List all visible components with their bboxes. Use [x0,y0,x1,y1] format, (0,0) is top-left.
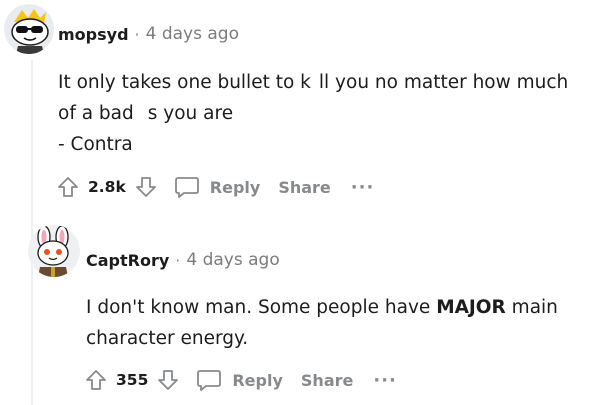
text-span: main [511,297,558,318]
comment-actions: 355 Reply Share ··· [84,368,397,392]
downvote-button[interactable] [134,175,158,199]
downvote-arrow-icon [158,370,179,390]
reply-button[interactable]: Reply [196,368,283,392]
separator-dot: · [175,250,181,270]
more-options-button[interactable]: ··· [373,370,397,391]
downvote-button[interactable] [156,368,180,392]
text-span: of a bad [58,103,134,124]
share-button[interactable]: Share [278,178,330,197]
text-span: ll you no matter how much [318,72,569,93]
more-options-button[interactable]: ··· [351,177,375,198]
thread-line[interactable] [31,60,33,405]
username[interactable]: CaptRory [86,251,169,270]
comment-body: It only takes one bullet to k ll you no m… [58,67,568,160]
comment-bubble-icon [197,370,222,391]
timestamp[interactable]: 4 days ago [146,24,239,44]
comment-line: I don't know man. Some people have MAJOR… [86,292,558,323]
reply-label: Reply [209,177,261,197]
comment-line: It only takes one bullet to k ll you no m… [58,67,568,98]
downvote-arrow-icon [135,177,156,197]
upvote-button[interactable] [56,175,80,199]
vote-count: 355 [116,371,149,389]
vote-count: 2.8k [88,178,126,196]
comment-header: mopsyd · 4 days ago [58,24,239,44]
reply-button[interactable]: Reply [174,175,261,199]
share-button[interactable]: Share [301,371,353,390]
reply-label: Reply [232,370,283,390]
text-span: s you are [147,103,234,124]
comment-header: CaptRory · 4 days ago [86,250,280,270]
timestamp[interactable]: 4 days ago [186,250,279,270]
comment-actions: 2.8k Reply Share ··· [56,175,374,199]
avatar[interactable] [4,4,54,54]
avatar[interactable] [28,225,80,277]
upvote-arrow-icon [58,177,78,197]
comment-line: character energy. [86,328,249,349]
bunny-snoo-avatar-icon [28,225,80,277]
comment-bubble-icon [174,177,199,198]
separator-dot: · [134,24,140,44]
sunglasses-snoo-avatar-icon [4,4,54,54]
upvote-button[interactable] [84,368,108,392]
text-span: It only takes one bullet to k [58,72,311,93]
comment-line: of a bad s you are [58,98,568,129]
comment-line: - Contra [58,134,133,155]
text-span: I don't know man. Some people have [86,297,431,318]
username[interactable]: mopsyd [58,25,129,44]
comment-body: I don't know man. Some people have MAJOR… [86,292,558,354]
bold-text: MAJOR [436,297,506,318]
upvote-arrow-icon [86,370,106,390]
